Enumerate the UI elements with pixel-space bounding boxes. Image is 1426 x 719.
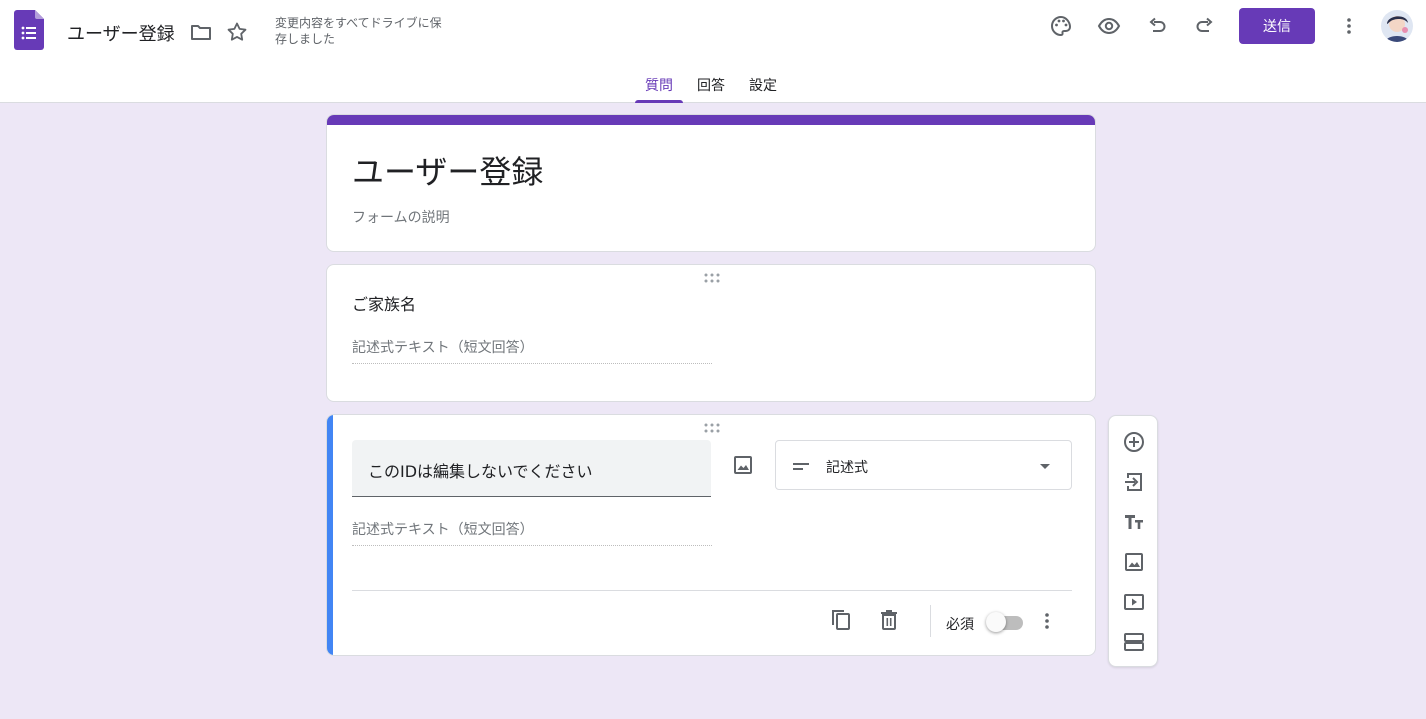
question-title: ご家族名 (352, 295, 417, 314)
question-type-label: 記述式 (826, 460, 868, 476)
add-title-icon[interactable] (1122, 510, 1146, 534)
form-title[interactable]: ユーザー登録 (352, 147, 543, 193)
add-section-icon[interactable] (1122, 630, 1146, 654)
short-answer-placeholder: 記述式テキスト（短文回答） (352, 519, 712, 546)
palette-icon[interactable] (1049, 14, 1073, 38)
question-card[interactable]: ご家族名 記述式テキスト（短文回答） (326, 264, 1096, 402)
short-text-icon (790, 454, 814, 478)
required-toggle-knob[interactable] (986, 612, 1006, 632)
tab-responses[interactable]: 回答 (697, 66, 725, 103)
tab-bar: 質問 回答 設定 (635, 66, 777, 103)
add-image-icon[interactable] (1122, 550, 1146, 574)
tab-settings[interactable]: 設定 (749, 66, 777, 103)
folder-icon[interactable] (189, 20, 213, 44)
import-questions-icon[interactable] (1122, 470, 1146, 494)
floating-toolbar (1108, 415, 1158, 667)
forms-app-icon[interactable] (14, 10, 44, 50)
drag-handle-icon[interactable] (703, 423, 721, 433)
required-label: 必須 (946, 617, 974, 633)
star-icon[interactable] (225, 20, 249, 44)
more-vert-icon[interactable] (1035, 609, 1059, 633)
add-image-icon[interactable] (731, 453, 755, 477)
preview-eye-icon[interactable] (1097, 14, 1121, 38)
add-question-icon[interactable] (1122, 430, 1146, 454)
active-question-indicator (327, 415, 333, 655)
send-button[interactable]: 送信 (1239, 8, 1315, 44)
form-title-card: ユーザー登録 フォームの説明 (326, 114, 1096, 252)
avatar[interactable] (1381, 10, 1413, 42)
app-header: ユーザー登録 変更内容をすべてドライブに保存しました 送信 質問 回答 設定 (0, 0, 1426, 103)
duplicate-icon[interactable] (829, 608, 853, 632)
more-vert-icon[interactable] (1337, 14, 1361, 38)
save-status: 変更内容をすべてドライブに保存しました (275, 16, 442, 46)
question-footer-divider (352, 590, 1072, 591)
question-card-active[interactable]: このIDは編集しないでください 記述式 記述式テキスト（短文回答） 必須 (326, 414, 1096, 656)
undo-icon[interactable] (1145, 14, 1169, 38)
tab-questions[interactable]: 質問 (635, 66, 683, 103)
footer-vertical-divider (930, 605, 931, 637)
question-type-dropdown[interactable]: 記述式 (775, 440, 1072, 490)
short-answer-placeholder: 記述式テキスト（短文回答） (352, 337, 712, 364)
add-video-icon[interactable] (1122, 590, 1146, 614)
title-card-accent-bar (327, 115, 1095, 125)
redo-icon[interactable] (1193, 14, 1217, 38)
question-title-input[interactable]: このIDは編集しないでください (352, 440, 711, 497)
drag-handle-icon[interactable] (703, 273, 721, 283)
form-description-field[interactable]: フォームの説明 (352, 207, 450, 227)
document-title[interactable]: ユーザー登録 (67, 20, 175, 46)
dropdown-arrow-icon (1033, 454, 1057, 478)
delete-icon[interactable] (877, 608, 901, 632)
